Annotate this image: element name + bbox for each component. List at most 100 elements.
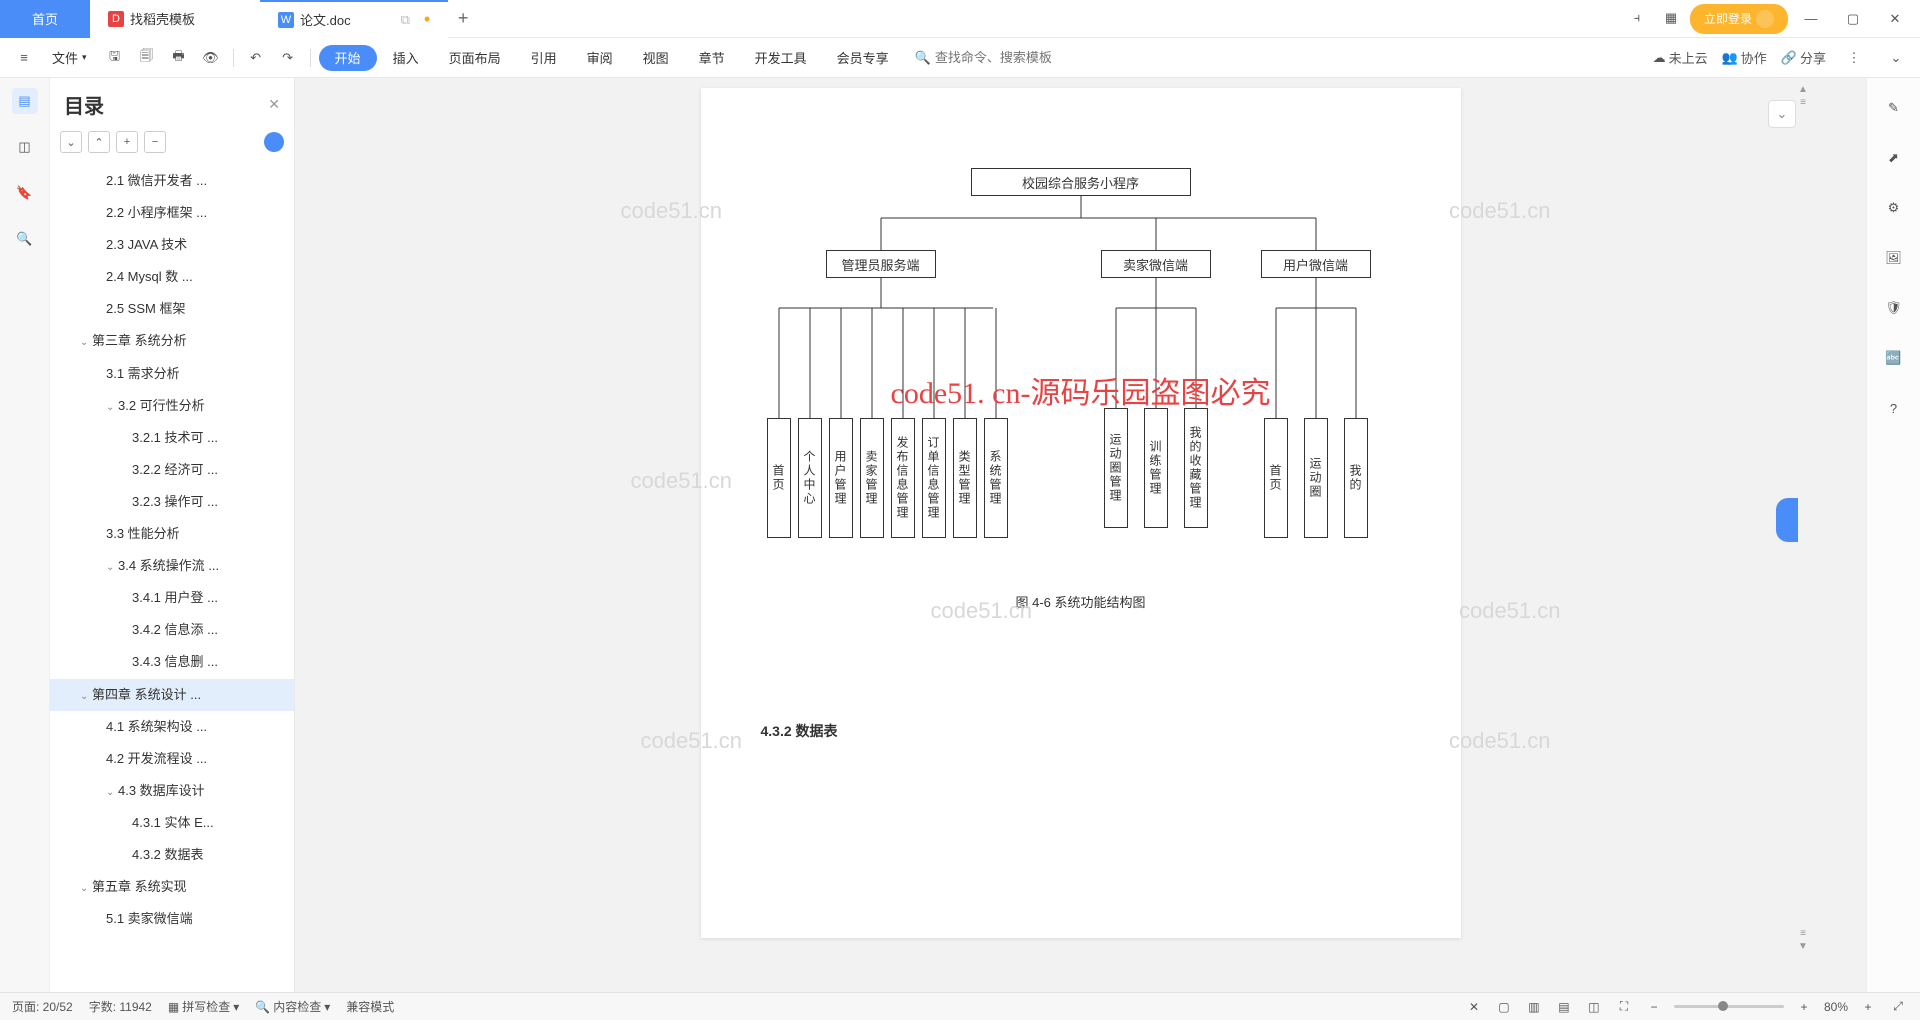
toc-item[interactable]: ⌄4.3 数据库设计 bbox=[50, 775, 294, 807]
toc-item[interactable]: 2.5 SSM 框架 bbox=[50, 293, 294, 325]
toc-item[interactable]: ⌄3.2 可行性分析 bbox=[50, 390, 294, 422]
preview-icon[interactable]: 👁 bbox=[197, 44, 225, 72]
protect-icon[interactable]: 🛡 bbox=[1882, 296, 1906, 320]
redo-icon[interactable]: ↷ bbox=[274, 44, 302, 72]
display-icon[interactable]: ⧉ bbox=[401, 12, 410, 28]
toc-item[interactable]: 5.1 卖家微信端 bbox=[50, 903, 294, 935]
outline-icon[interactable]: ▤ bbox=[12, 88, 38, 114]
ribbon-tab[interactable]: 开始 bbox=[319, 45, 377, 71]
toc-item[interactable]: 3.2.3 操作可 ... bbox=[50, 486, 294, 518]
spellcheck-button[interactable]: ▦ 拼写检查 ▾ bbox=[168, 998, 239, 1015]
ai-assistant-button[interactable] bbox=[1776, 498, 1798, 542]
view-web-icon[interactable]: ▥ bbox=[1524, 1000, 1544, 1014]
toc-item[interactable]: 2.4 Mysql 数 ... bbox=[50, 261, 294, 293]
settings-icon[interactable]: ⚙ bbox=[1882, 196, 1906, 220]
toc-item[interactable]: 4.2 开发流程设 ... bbox=[50, 743, 294, 775]
toc-item[interactable]: 3.1 需求分析 bbox=[50, 358, 294, 390]
structure-icon[interactable]: ◫ bbox=[12, 134, 38, 160]
expand-icon[interactable]: ⤢ bbox=[1888, 999, 1908, 1014]
toc-item[interactable]: ⌄第三章 系统分析 bbox=[50, 325, 294, 357]
word-count[interactable]: 字数: 11942 bbox=[89, 998, 152, 1015]
select-icon[interactable]: ⬈ bbox=[1882, 146, 1906, 170]
file-menu[interactable]: 文件▾ bbox=[42, 48, 97, 67]
apps-icon[interactable]: ▦ bbox=[1656, 4, 1686, 32]
toc-item[interactable]: 3.3 性能分析 bbox=[50, 518, 294, 550]
view-outline-icon[interactable]: ▤ bbox=[1554, 1000, 1574, 1014]
ribbon-tab[interactable]: 页面布局 bbox=[435, 38, 515, 78]
undo-icon[interactable]: ↶ bbox=[242, 44, 270, 72]
tab-document[interactable]: W 论文.doc ⧉ • bbox=[260, 0, 448, 38]
scroll-up-icon[interactable]: ▲ bbox=[1798, 84, 1808, 95]
toc-add-icon[interactable]: + bbox=[116, 131, 138, 153]
save-icon[interactable]: 🖫 bbox=[101, 44, 129, 72]
scroll-grip-icon[interactable]: ≡ bbox=[1800, 97, 1806, 108]
content-check-button[interactable]: 🔍 内容检查 ▾ bbox=[255, 998, 330, 1015]
share-button[interactable]: 🔗 分享 bbox=[1781, 48, 1826, 67]
cloud-status[interactable]: ☁ 未上云 bbox=[1653, 48, 1708, 67]
ribbon-tab[interactable]: 审阅 bbox=[573, 38, 627, 78]
toc-item[interactable]: 2.1 微信开发者 ... bbox=[50, 165, 294, 197]
new-tab-button[interactable]: + bbox=[448, 8, 478, 29]
panel-toggle-icon[interactable]: ⌄ bbox=[1768, 100, 1796, 128]
menu-icon[interactable]: ≡ bbox=[10, 44, 38, 72]
view-read-icon[interactable]: ◫ bbox=[1584, 1000, 1604, 1014]
zoom-value[interactable]: 80% bbox=[1824, 1000, 1848, 1014]
toc-item[interactable]: 2.2 小程序框架 ... bbox=[50, 197, 294, 229]
add-page-icon[interactable]: + bbox=[1858, 1000, 1878, 1014]
toc-item[interactable]: 3.4.1 用户登 ... bbox=[50, 582, 294, 614]
zoom-fit-icon[interactable]: ⛶ bbox=[1614, 999, 1634, 1014]
login-button[interactable]: 立即登录 bbox=[1690, 4, 1788, 34]
toc-item[interactable]: 3.4.2 信息添 ... bbox=[50, 614, 294, 646]
toc-item[interactable]: ⌄第四章 系统设计 ... bbox=[50, 679, 294, 711]
ribbon-tab[interactable]: 会员专享 bbox=[823, 38, 903, 78]
toc-item[interactable]: ⌄3.4 系统操作流 ... bbox=[50, 550, 294, 582]
toc-item[interactable]: 3.2.2 经济可 ... bbox=[50, 454, 294, 486]
save-as-icon[interactable]: 🗐 bbox=[133, 44, 161, 72]
toc-item[interactable]: 4.1 系统架构设 ... bbox=[50, 711, 294, 743]
toc-list[interactable]: 2.1 微信开发者 ...2.2 小程序框架 ...2.3 JAVA 技术2.4… bbox=[50, 161, 294, 992]
toc-item[interactable]: ⌄第五章 系统实现 bbox=[50, 871, 294, 903]
tab-templates[interactable]: D 找稻壳模板 bbox=[90, 0, 260, 38]
zoom-out-icon[interactable]: − bbox=[1644, 1000, 1664, 1014]
toc-item[interactable]: 2.3 JAVA 技术 bbox=[50, 229, 294, 261]
zoom-in-icon[interactable]: + bbox=[1794, 1000, 1814, 1014]
ribbon-tab[interactable]: 视图 bbox=[629, 38, 683, 78]
collapse-ribbon-icon[interactable]: ⌄ bbox=[1882, 44, 1910, 72]
page-indicator[interactable]: 页面: 20/52 bbox=[12, 998, 73, 1015]
pen-icon[interactable]: ✎ bbox=[1882, 96, 1906, 120]
toc-item[interactable]: 4.3.1 实体 E... bbox=[50, 807, 294, 839]
toc-item[interactable]: 3.2.1 技术可 ... bbox=[50, 422, 294, 454]
toc-badge-icon[interactable] bbox=[264, 132, 284, 152]
minimize-button[interactable]: — bbox=[1792, 4, 1830, 34]
layout-icon[interactable]: ⫞ bbox=[1622, 4, 1652, 32]
view-mode-icon[interactable]: ✕ bbox=[1464, 1000, 1484, 1014]
close-button[interactable]: ✕ bbox=[1876, 4, 1914, 34]
command-search[interactable]: 🔍 bbox=[915, 50, 1075, 66]
maximize-button[interactable]: ▢ bbox=[1834, 4, 1872, 34]
print-icon[interactable]: 🖶 bbox=[165, 44, 193, 72]
ribbon-tab[interactable]: 插入 bbox=[379, 38, 433, 78]
zoom-slider[interactable] bbox=[1674, 1005, 1784, 1008]
toc-item[interactable]: 3.4.3 信息删 ... bbox=[50, 646, 294, 678]
document-area[interactable]: code51.cn code51.cn code51.cn code51.cn … bbox=[295, 78, 1866, 992]
toc-collapse-icon[interactable]: ⌄ bbox=[60, 131, 82, 153]
toc-remove-icon[interactable]: − bbox=[144, 131, 166, 153]
bookmark-icon[interactable]: 🔖 bbox=[12, 180, 38, 206]
toc-close-icon[interactable]: ✕ bbox=[268, 96, 280, 113]
collab-button[interactable]: 👥 协作 bbox=[1722, 48, 1767, 67]
view-page-icon[interactable]: ▢ bbox=[1494, 1000, 1514, 1014]
help-icon[interactable]: ? bbox=[1882, 396, 1906, 420]
scroll-down-icon[interactable]: ▼ bbox=[1798, 941, 1808, 952]
search-side-icon[interactable]: 🔍 bbox=[12, 226, 38, 252]
tab-home[interactable]: 首页 bbox=[0, 0, 90, 38]
more-icon[interactable]: ⋮ bbox=[1840, 44, 1868, 72]
toc-expand-icon[interactable]: ⌃ bbox=[88, 131, 110, 153]
compat-mode[interactable]: 兼容模式 bbox=[346, 998, 394, 1015]
translate-icon[interactable]: 🔤 bbox=[1882, 346, 1906, 370]
ribbon-tab[interactable]: 引用 bbox=[517, 38, 571, 78]
search-input[interactable] bbox=[935, 50, 1075, 65]
toc-item[interactable]: 4.3.2 数据表 bbox=[50, 839, 294, 871]
ribbon-tab[interactable]: 章节 bbox=[685, 38, 739, 78]
ribbon-tab[interactable]: 开发工具 bbox=[741, 38, 821, 78]
image-icon[interactable]: 🖼 bbox=[1882, 246, 1906, 270]
